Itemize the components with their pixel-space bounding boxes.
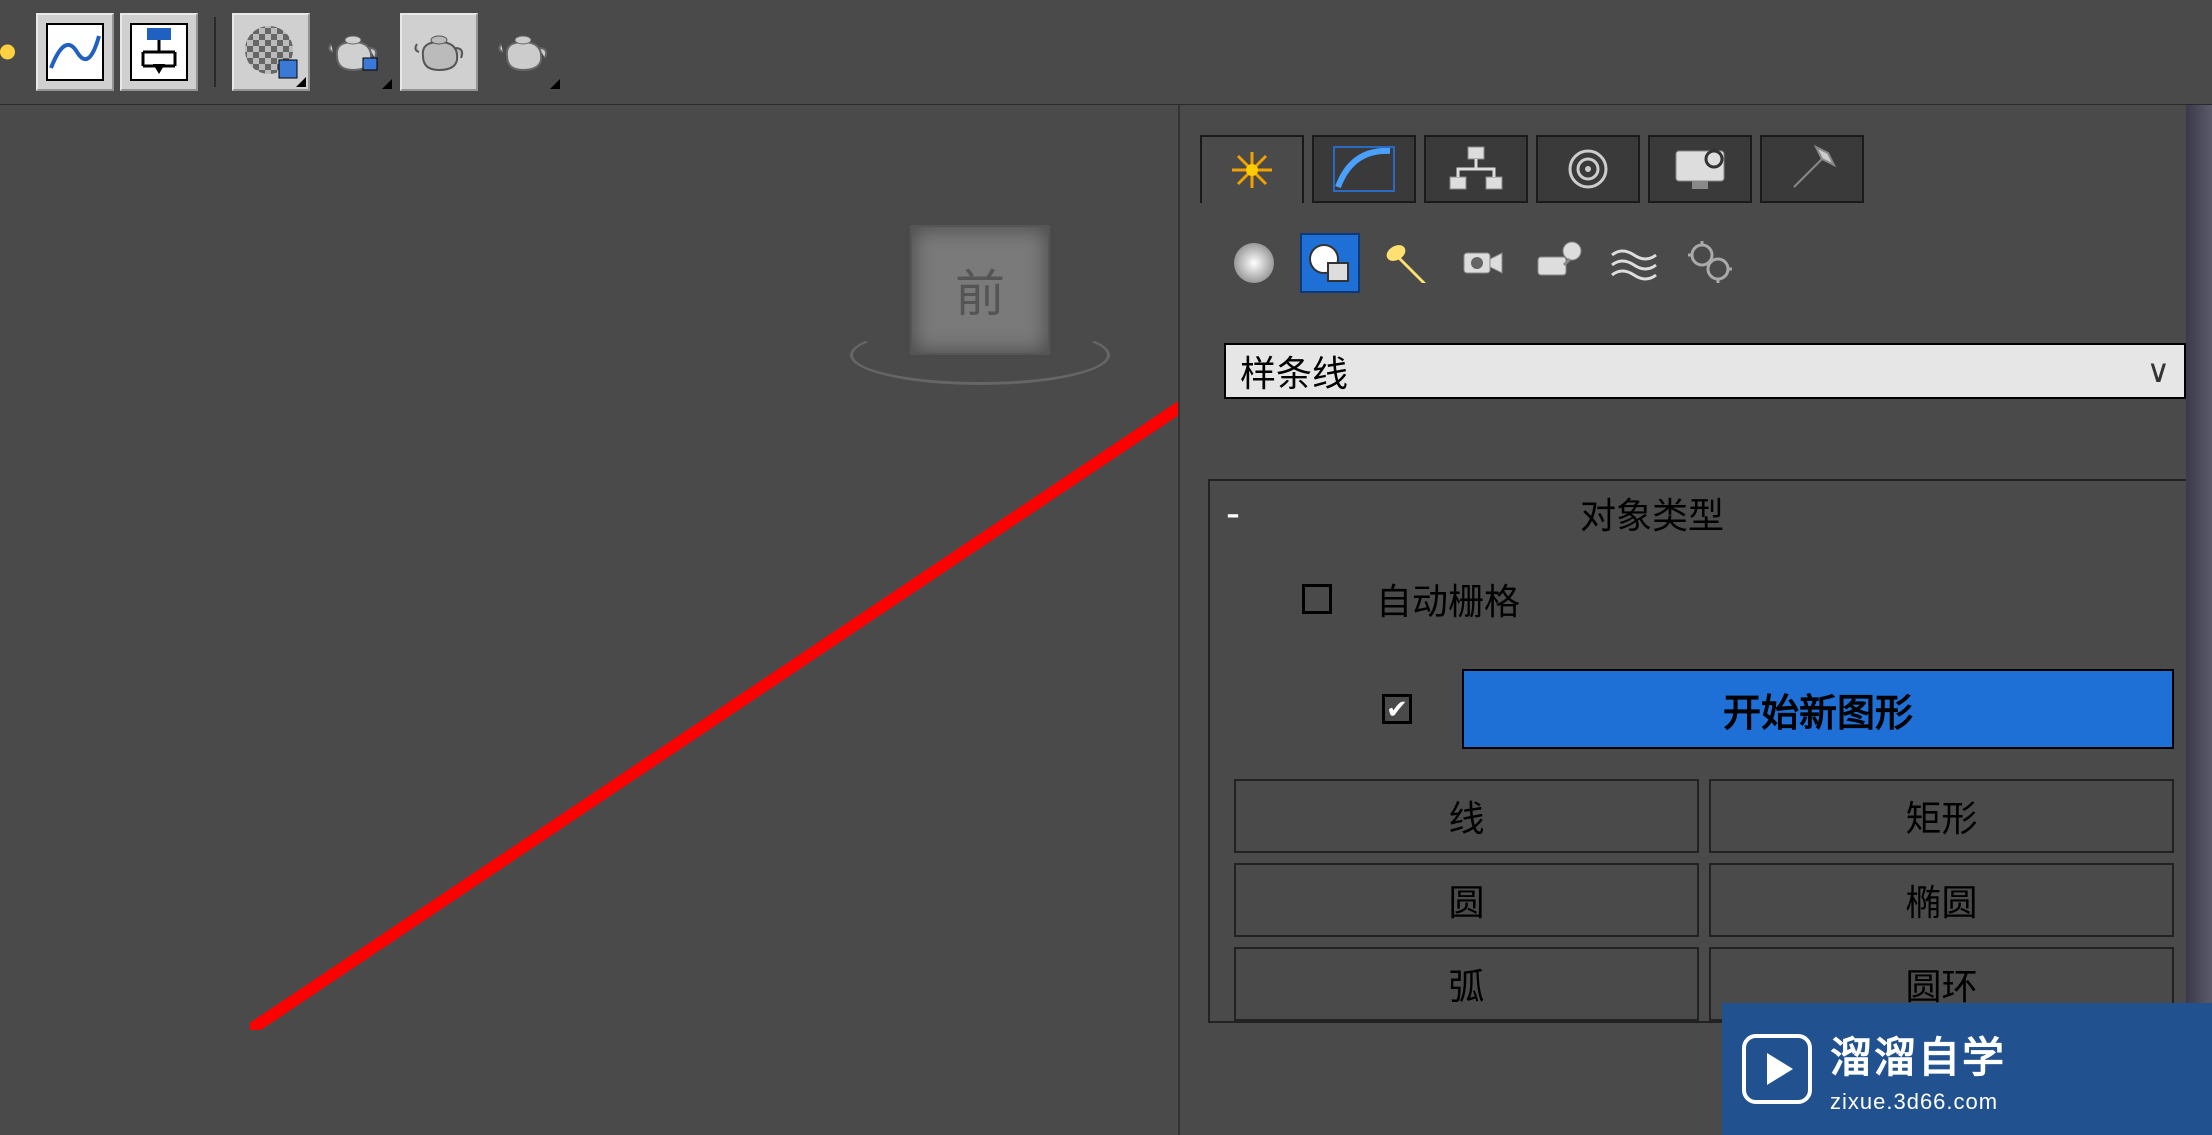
shape-ellipse-button[interactable]: 椭圆 (1709, 863, 2174, 937)
start-new-shape-checkbox[interactable]: ✔ (1382, 694, 1412, 724)
viewcube-ring[interactable] (850, 325, 1110, 385)
tab-hierarchy[interactable] (1424, 135, 1528, 203)
command-panel: 样条线 ∨ - 对象类型 自动栅格 ✔ 开始新图形 线 矩形 圆 椭圆 弧 圆环 (1178, 105, 2212, 1135)
chevron-down-icon: ∨ (2147, 352, 2170, 390)
toolbar-separator (214, 17, 216, 87)
autogrid-label: 自动栅格 (1376, 573, 1520, 625)
category-lights[interactable] (1376, 233, 1436, 293)
rollout-collapse-indicator: - (1226, 489, 1240, 537)
object-type-rollout: - 对象类型 自动栅格 ✔ 开始新图形 线 矩形 圆 椭圆 弧 圆环 (1208, 479, 2200, 1023)
shape-rectangle-button[interactable]: 矩形 (1709, 779, 2174, 853)
shape-type-dropdown[interactable]: 样条线 ∨ (1224, 343, 2186, 399)
material-editor-icon[interactable] (232, 13, 310, 91)
shape-arc-button[interactable]: 弧 (1234, 947, 1699, 1021)
category-geometry[interactable] (1224, 233, 1284, 293)
schematic-view-icon[interactable] (120, 13, 198, 91)
autogrid-checkbox[interactable] (1302, 584, 1332, 614)
tab-display[interactable] (1648, 135, 1752, 203)
rollout-header[interactable]: - 对象类型 (1210, 481, 2198, 545)
shape-line-button[interactable]: 线 (1234, 779, 1699, 853)
teapot-3-icon[interactable] (484, 13, 562, 91)
watermark-title: 溜溜自学 (1830, 1024, 2006, 1085)
tab-utilities[interactable] (1760, 135, 1864, 203)
watermark: 溜溜自学 zixue.3d66.com (1722, 1003, 2212, 1135)
create-category-row (1180, 203, 2212, 293)
light-bulb-icon[interactable] (0, 13, 30, 91)
main-toolbar (0, 0, 2212, 105)
teapot-1-icon[interactable] (316, 13, 394, 91)
shape-circle-button[interactable]: 圆 (1234, 863, 1699, 937)
category-shapes[interactable] (1300, 233, 1360, 293)
tab-modify[interactable] (1312, 135, 1416, 203)
category-helpers[interactable] (1528, 233, 1588, 293)
command-panel-tabs (1180, 135, 2212, 203)
curve-editor-icon[interactable] (36, 13, 114, 91)
rollout-title: 对象类型 (1580, 487, 1724, 539)
tab-create[interactable] (1200, 135, 1304, 203)
tab-motion[interactable] (1536, 135, 1640, 203)
watermark-play-icon (1742, 1034, 1812, 1104)
category-cameras[interactable] (1452, 233, 1512, 293)
teapot-2-icon[interactable] (400, 13, 478, 91)
dropdown-selected-label: 样条线 (1240, 345, 1348, 397)
start-new-shape-button[interactable]: 开始新图形 (1462, 669, 2174, 749)
viewport[interactable]: 前 (0, 105, 1170, 1135)
shape-button-grid: 线 矩形 圆 椭圆 弧 圆环 (1232, 779, 2176, 1021)
category-systems[interactable] (1680, 233, 1740, 293)
watermark-url: zixue.3d66.com (1830, 1089, 2006, 1115)
right-edge-strip (2186, 105, 2212, 1135)
viewcube[interactable]: 前 (850, 225, 1110, 405)
category-space-warps[interactable] (1604, 233, 1664, 293)
